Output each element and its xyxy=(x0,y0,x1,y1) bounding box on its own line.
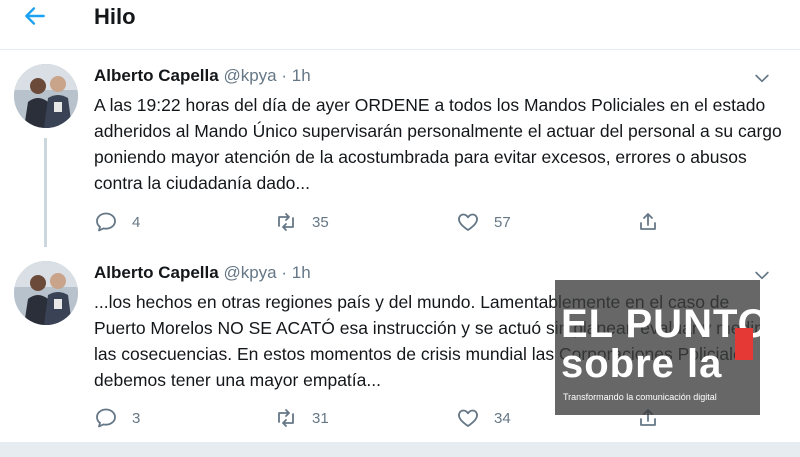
like-count: 57 xyxy=(494,213,511,231)
author-handle[interactable]: @kpya xyxy=(223,263,276,282)
retweet-button[interactable]: 35 xyxy=(274,209,329,235)
heart-icon xyxy=(458,409,478,427)
arrow-left-icon[interactable] xyxy=(22,3,48,29)
meta-separator: · xyxy=(281,66,288,85)
retweet-icon xyxy=(278,213,294,231)
author-handle[interactable]: @kpya xyxy=(223,66,276,85)
retweet-count: 35 xyxy=(312,213,329,231)
reply-button[interactable]: 4 xyxy=(94,209,140,235)
reply-count: 4 xyxy=(132,213,141,231)
tweet-time[interactable]: 1h xyxy=(292,263,311,282)
thread-header: Hilo xyxy=(0,0,800,50)
like-button[interactable]: 57 xyxy=(456,209,511,235)
meta-separator: · xyxy=(281,263,288,282)
reply-count: 3 xyxy=(132,409,141,427)
page-title: Hilo xyxy=(94,4,136,29)
retweet-button[interactable]: 31 xyxy=(274,405,329,431)
like-button[interactable]: 34 xyxy=(456,405,511,431)
tweet-actions: 4 35 57 xyxy=(94,209,674,235)
reply-button[interactable]: 3 xyxy=(94,405,140,431)
share-button[interactable] xyxy=(636,209,660,235)
watermark-accent xyxy=(735,328,753,360)
reply-icon xyxy=(96,408,116,428)
retweet-count: 31 xyxy=(312,409,329,427)
share-icon xyxy=(640,213,656,230)
avatar[interactable] xyxy=(14,64,78,128)
thread-connector-line xyxy=(44,138,47,247)
watermark-logo: EL PUNTO sobre la Transformando la comun… xyxy=(555,280,760,415)
watermark-line-1: EL PUNTO xyxy=(561,302,760,346)
author-name[interactable]: Alberto Capella xyxy=(94,263,219,282)
watermark-line-2: sobre la xyxy=(561,342,723,386)
avatar[interactable] xyxy=(14,261,78,325)
tweet-meta: Alberto Capella @kpya · 1h xyxy=(94,66,311,86)
tweet[interactable]: Alberto Capella @kpya · 1h A las 19:22 h… xyxy=(0,50,790,247)
watermark-tagline: Transformando la comunicación digital xyxy=(563,392,717,402)
tweet-text: A las 19:22 horas del día de ayer ORDENE… xyxy=(94,95,782,193)
author-name[interactable]: Alberto Capella xyxy=(94,66,219,85)
like-count: 34 xyxy=(494,409,511,427)
chevron-down-icon[interactable] xyxy=(752,68,772,88)
tweet-meta: Alberto Capella @kpya · 1h xyxy=(94,263,311,283)
reply-icon xyxy=(96,212,116,232)
tweet-time[interactable]: 1h xyxy=(292,66,311,85)
bottom-divider xyxy=(0,442,800,457)
retweet-icon xyxy=(278,409,294,427)
heart-icon xyxy=(458,213,478,231)
